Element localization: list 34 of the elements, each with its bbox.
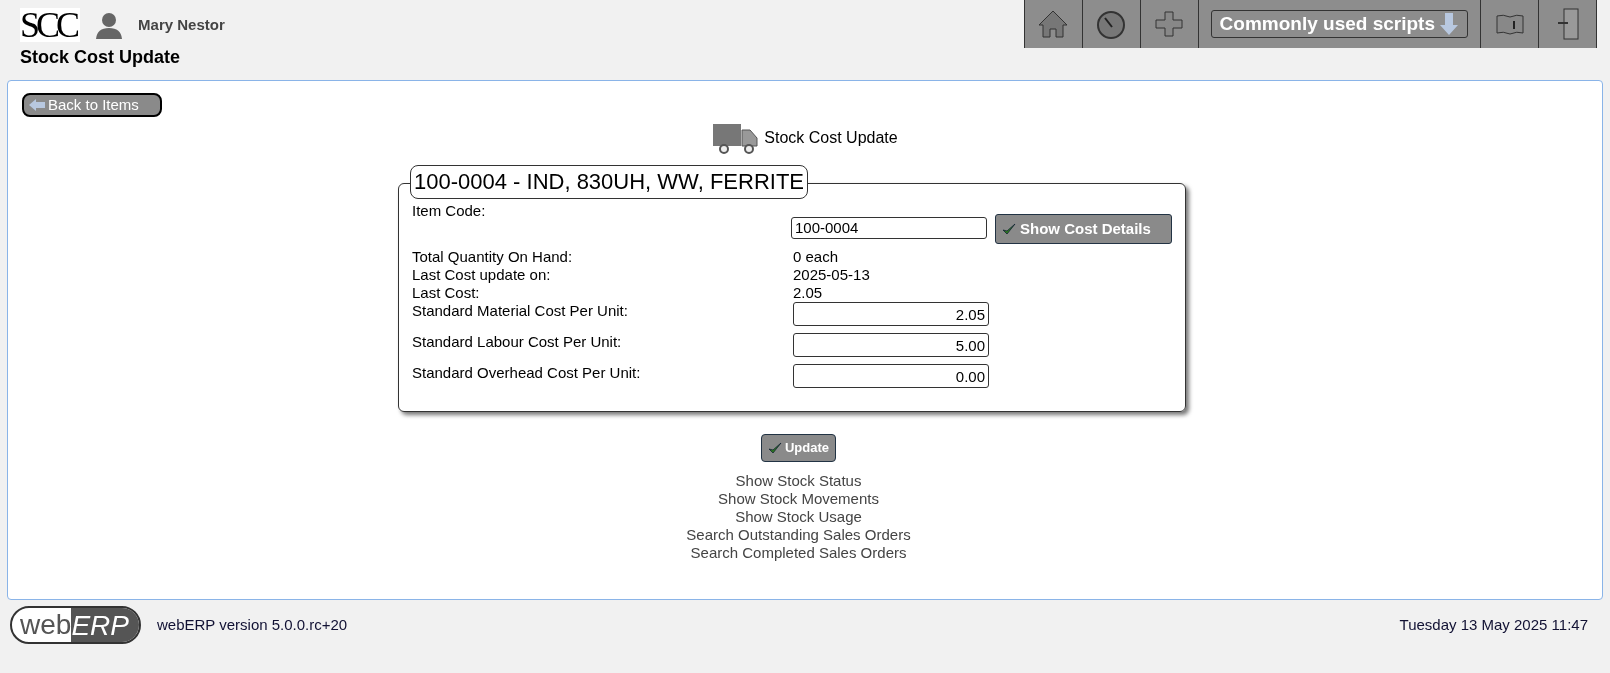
logo-text: ERP <box>71 608 139 642</box>
cost-input[interactable]: 2.05 <box>793 302 989 326</box>
stock-link[interactable]: Search Outstanding Sales Orders <box>686 526 911 544</box>
stock-link[interactable]: Search Completed Sales Orders <box>690 544 907 562</box>
page-title: Stock Cost Update <box>20 46 182 69</box>
user-name: Mary Nestor <box>138 14 225 35</box>
date-time: Tuesday 13 May 2025 11:47 <box>1399 614 1589 635</box>
down-arrow-icon <box>1439 12 1459 36</box>
item-code-input[interactable]: 100-0004 <box>791 217 987 239</box>
truck-icon <box>712 121 759 155</box>
field-label: Standard Overhead Cost Per Unit: <box>412 364 642 382</box>
field-label: Item Code: <box>412 202 487 221</box>
item-legend: 100-0004 - IND, 830UH, WW, FERRITE <box>410 165 808 199</box>
left-arrow-icon <box>28 98 46 112</box>
field-label: Standard Material Cost Per Unit: <box>412 302 629 320</box>
field-label: Last Cost update on: <box>412 266 552 284</box>
stock-link[interactable]: Show Stock Movements <box>718 490 879 508</box>
cost-input[interactable]: 0.00 <box>793 364 989 388</box>
field-value: 2.05 <box>793 284 823 302</box>
page-heading: Stock Cost Update <box>764 128 898 148</box>
field-value: 0 each <box>793 248 839 266</box>
version-text: webERP version 5.0.0.rc+20 <box>156 614 348 635</box>
logo: SCC <box>20 8 81 42</box>
user-icon <box>94 10 125 40</box>
field-label: Last Cost: <box>412 284 481 302</box>
stock-link[interactable]: Show Stock Status <box>735 472 862 490</box>
field-label: Standard Labour Cost Per Unit: <box>412 333 623 351</box>
field-label: Total Quantity On Hand: <box>412 248 574 266</box>
cost-input[interactable]: 5.00 <box>793 333 989 357</box>
check-icon <box>1002 222 1016 236</box>
check-icon <box>767 441 782 455</box>
logo-text: web <box>19 608 72 642</box>
stock-link[interactable]: Show Stock Usage <box>735 508 862 526</box>
field-value: 2025-05-13 <box>793 266 870 284</box>
